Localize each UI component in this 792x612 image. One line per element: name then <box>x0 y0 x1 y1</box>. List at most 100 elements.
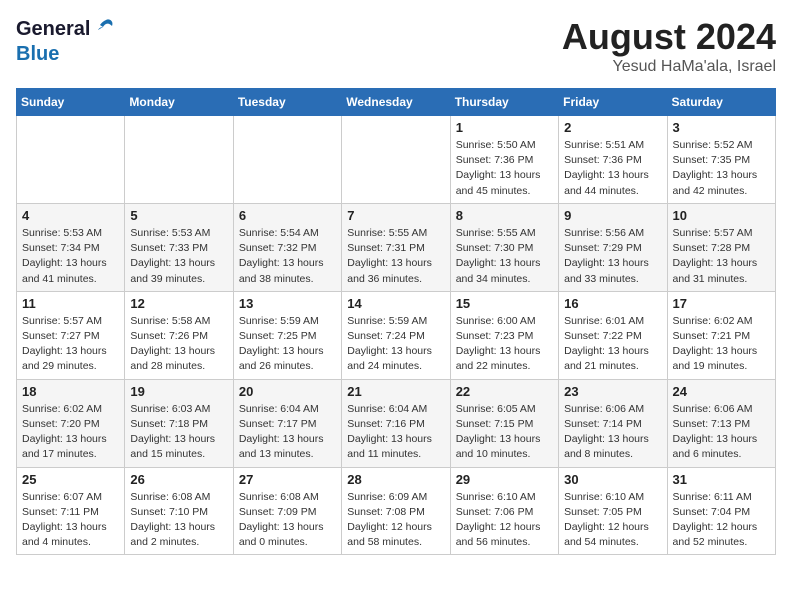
calendar-cell: 7 Sunrise: 5:55 AM Sunset: 7:31 PM Daylig… <box>342 203 450 291</box>
day-number: 8 <box>456 208 553 223</box>
day-info: Sunrise: 5:55 AM Sunset: 7:31 PM Dayligh… <box>347 226 444 287</box>
day-number: 24 <box>673 384 770 399</box>
day-number: 25 <box>22 472 119 487</box>
day-info: Sunrise: 5:59 AM Sunset: 7:24 PM Dayligh… <box>347 314 444 375</box>
day-number: 2 <box>564 120 661 135</box>
day-number: 31 <box>673 472 770 487</box>
calendar-cell: 4 Sunrise: 5:53 AM Sunset: 7:34 PM Daylig… <box>17 203 125 291</box>
day-number: 18 <box>22 384 119 399</box>
calendar-cell: 12Sunrise: 5:58 AM Sunset: 7:26 PM Dayli… <box>125 291 233 379</box>
day-info: Sunrise: 6:06 AM Sunset: 7:14 PM Dayligh… <box>564 402 661 463</box>
calendar-cell: 3 Sunrise: 5:52 AM Sunset: 7:35 PM Daylig… <box>667 116 775 204</box>
calendar-cell: 29 Sunrise: 6:10 AM Sunset: 7:06 PM Dayli… <box>450 467 558 555</box>
calendar-cell: 8Sunrise: 5:55 AM Sunset: 7:30 PM Daylig… <box>450 203 558 291</box>
day-info: Sunrise: 5:51 AM Sunset: 7:36 PM Dayligh… <box>564 138 661 199</box>
logo-blue-text: Blue <box>16 43 59 66</box>
day-info: Sunrise: 5:57 AM Sunset: 7:28 PM Dayligh… <box>673 226 770 287</box>
day-info: Sunrise: 5:53 AM Sunset: 7:34 PM Dayligh… <box>22 226 119 287</box>
col-header-wednesday: Wednesday <box>342 89 450 116</box>
day-number: 13 <box>239 296 336 311</box>
calendar-cell: 24 Sunrise: 6:06 AM Sunset: 7:13 PM Dayli… <box>667 379 775 467</box>
calendar-cell: 2 Sunrise: 5:51 AM Sunset: 7:36 PM Daylig… <box>559 116 667 204</box>
day-number: 16 <box>564 296 661 311</box>
day-number: 10 <box>673 208 770 223</box>
day-number: 7 <box>347 208 444 223</box>
col-header-monday: Monday <box>125 89 233 116</box>
logo: General Blue <box>16 16 116 66</box>
calendar-cell <box>17 116 125 204</box>
calendar-cell: 5 Sunrise: 5:53 AM Sunset: 7:33 PM Daylig… <box>125 203 233 291</box>
day-number: 20 <box>239 384 336 399</box>
day-number: 26 <box>130 472 227 487</box>
calendar-cell: 27 Sunrise: 6:08 AM Sunset: 7:09 PM Dayli… <box>233 467 341 555</box>
calendar-cell: 1 Sunrise: 5:50 AM Sunset: 7:36 PM Daylig… <box>450 116 558 204</box>
calendar-cell: 30Sunrise: 6:10 AM Sunset: 7:05 PM Dayli… <box>559 467 667 555</box>
calendar-cell: 15 Sunrise: 6:00 AM Sunset: 7:23 PM Dayli… <box>450 291 558 379</box>
sub-title: Yesud HaMa'ala, Israel <box>562 58 776 76</box>
day-info: Sunrise: 5:56 AM Sunset: 7:29 PM Dayligh… <box>564 226 661 287</box>
calendar-cell: 20 Sunrise: 6:04 AM Sunset: 7:17 PM Dayli… <box>233 379 341 467</box>
day-number: 28 <box>347 472 444 487</box>
calendar-cell: 6Sunrise: 5:54 AM Sunset: 7:32 PM Daylig… <box>233 203 341 291</box>
day-info: Sunrise: 6:04 AM Sunset: 7:17 PM Dayligh… <box>239 402 336 463</box>
day-info: Sunrise: 5:52 AM Sunset: 7:35 PM Dayligh… <box>673 138 770 199</box>
day-number: 5 <box>130 208 227 223</box>
col-header-tuesday: Tuesday <box>233 89 341 116</box>
day-number: 27 <box>239 472 336 487</box>
calendar-cell: 10 Sunrise: 5:57 AM Sunset: 7:28 PM Dayli… <box>667 203 775 291</box>
day-number: 14 <box>347 296 444 311</box>
day-info: Sunrise: 6:03 AM Sunset: 7:18 PM Dayligh… <box>130 402 227 463</box>
logo-bird-icon <box>94 16 116 43</box>
day-number: 21 <box>347 384 444 399</box>
day-number: 1 <box>456 120 553 135</box>
day-number: 4 <box>22 208 119 223</box>
day-number: 19 <box>130 384 227 399</box>
day-info: Sunrise: 6:02 AM Sunset: 7:21 PM Dayligh… <box>673 314 770 375</box>
col-header-thursday: Thursday <box>450 89 558 116</box>
day-number: 3 <box>673 120 770 135</box>
title-block: August 2024 Yesud HaMa'ala, Israel <box>562 16 776 76</box>
day-info: Sunrise: 6:00 AM Sunset: 7:23 PM Dayligh… <box>456 314 553 375</box>
calendar-cell: 31 Sunrise: 6:11 AM Sunset: 7:04 PM Dayli… <box>667 467 775 555</box>
day-info: Sunrise: 6:10 AM Sunset: 7:05 PM Dayligh… <box>564 490 661 551</box>
day-info: Sunrise: 6:01 AM Sunset: 7:22 PM Dayligh… <box>564 314 661 375</box>
day-info: Sunrise: 6:06 AM Sunset: 7:13 PM Dayligh… <box>673 402 770 463</box>
day-info: Sunrise: 6:05 AM Sunset: 7:15 PM Dayligh… <box>456 402 553 463</box>
day-number: 29 <box>456 472 553 487</box>
logo-general-text: General <box>16 18 90 41</box>
calendar-cell: 21 Sunrise: 6:04 AM Sunset: 7:16 PM Dayli… <box>342 379 450 467</box>
day-info: Sunrise: 5:57 AM Sunset: 7:27 PM Dayligh… <box>22 314 119 375</box>
page-header: General Blue August 2024 Yesud HaMa'ala,… <box>16 16 776 76</box>
col-header-sunday: Sunday <box>17 89 125 116</box>
day-info: Sunrise: 6:07 AM Sunset: 7:11 PM Dayligh… <box>22 490 119 551</box>
calendar-week-2: 4 Sunrise: 5:53 AM Sunset: 7:34 PM Daylig… <box>17 203 776 291</box>
calendar-week-5: 25 Sunrise: 6:07 AM Sunset: 7:11 PM Dayli… <box>17 467 776 555</box>
day-info: Sunrise: 5:53 AM Sunset: 7:33 PM Dayligh… <box>130 226 227 287</box>
calendar-cell: 19 Sunrise: 6:03 AM Sunset: 7:18 PM Dayli… <box>125 379 233 467</box>
calendar-cell: 16 Sunrise: 6:01 AM Sunset: 7:22 PM Dayli… <box>559 291 667 379</box>
day-number: 12 <box>130 296 227 311</box>
day-info: Sunrise: 6:10 AM Sunset: 7:06 PM Dayligh… <box>456 490 553 551</box>
calendar-cell: 23Sunrise: 6:06 AM Sunset: 7:14 PM Dayli… <box>559 379 667 467</box>
calendar-cell: 22Sunrise: 6:05 AM Sunset: 7:15 PM Dayli… <box>450 379 558 467</box>
day-info: Sunrise: 6:09 AM Sunset: 7:08 PM Dayligh… <box>347 490 444 551</box>
day-info: Sunrise: 6:11 AM Sunset: 7:04 PM Dayligh… <box>673 490 770 551</box>
day-info: Sunrise: 6:04 AM Sunset: 7:16 PM Dayligh… <box>347 402 444 463</box>
calendar-cell: 18Sunrise: 6:02 AM Sunset: 7:20 PM Dayli… <box>17 379 125 467</box>
calendar-cell: 28 Sunrise: 6:09 AM Sunset: 7:08 PM Dayli… <box>342 467 450 555</box>
calendar-cell: 25 Sunrise: 6:07 AM Sunset: 7:11 PM Dayli… <box>17 467 125 555</box>
calendar-week-3: 11Sunrise: 5:57 AM Sunset: 7:27 PM Dayli… <box>17 291 776 379</box>
calendar-table: SundayMondayTuesdayWednesdayThursdayFrid… <box>16 88 776 555</box>
main-title: August 2024 <box>562 16 776 58</box>
day-info: Sunrise: 6:08 AM Sunset: 7:10 PM Dayligh… <box>130 490 227 551</box>
day-info: Sunrise: 5:59 AM Sunset: 7:25 PM Dayligh… <box>239 314 336 375</box>
day-info: Sunrise: 6:08 AM Sunset: 7:09 PM Dayligh… <box>239 490 336 551</box>
calendar-cell: 26 Sunrise: 6:08 AM Sunset: 7:10 PM Dayli… <box>125 467 233 555</box>
day-info: Sunrise: 5:54 AM Sunset: 7:32 PM Dayligh… <box>239 226 336 287</box>
calendar-cell <box>125 116 233 204</box>
col-header-saturday: Saturday <box>667 89 775 116</box>
calendar-cell: 11Sunrise: 5:57 AM Sunset: 7:27 PM Dayli… <box>17 291 125 379</box>
day-info: Sunrise: 5:50 AM Sunset: 7:36 PM Dayligh… <box>456 138 553 199</box>
day-number: 15 <box>456 296 553 311</box>
calendar-week-4: 18Sunrise: 6:02 AM Sunset: 7:20 PM Dayli… <box>17 379 776 467</box>
